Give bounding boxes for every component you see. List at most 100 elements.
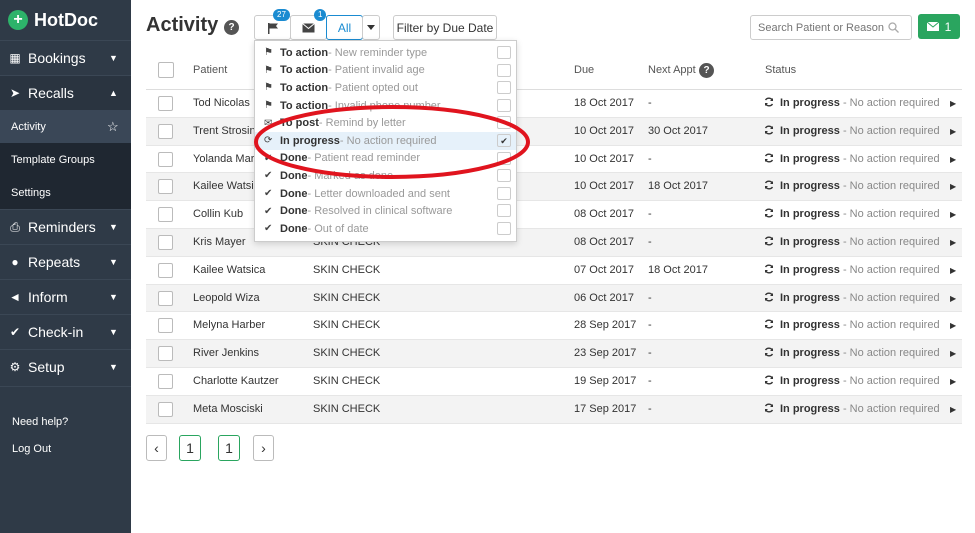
option-checkbox[interactable] (497, 116, 511, 130)
caret-right-icon[interactable]: ▶ (950, 155, 956, 164)
all-filter-button[interactable]: All (326, 15, 363, 40)
caret-right-icon[interactable]: ▶ (950, 182, 956, 191)
mail-filter-button[interactable]: 1 (290, 9, 327, 40)
row-checkbox[interactable] (158, 151, 173, 167)
brand[interactable]: + HotDoc (0, 0, 131, 40)
sidebar-item-setup[interactable]: ⚙ Setup ▼ (0, 349, 131, 384)
table-row[interactable]: Leopold Wiza SKIN CHECK 06 Oct 2017 - In pro… (146, 284, 962, 313)
row-checkbox[interactable] (158, 290, 173, 306)
table-row[interactable]: Meta Mosciski SKIN CHECK 17 Sep 2017- In pr… (146, 395, 962, 424)
row-checkbox[interactable] (158, 346, 173, 362)
sidebar-item-bookings[interactable]: ▦ Bookings ▼ (0, 40, 131, 75)
sidebar-item-reminders[interactable]: ⎙ Reminders ▼ (0, 209, 131, 244)
col-patient[interactable]: Patient (193, 64, 227, 76)
caret-right-icon[interactable]: ▶ (950, 349, 956, 358)
next-page-button[interactable]: › (253, 435, 274, 461)
caret-right-icon[interactable]: ▶ (950, 294, 956, 303)
caret-right-icon[interactable]: ▶ (950, 210, 956, 219)
option-checkbox[interactable] (497, 169, 511, 183)
patient-name[interactable]: Leopold Wiza (193, 292, 260, 304)
row-checkbox[interactable] (158, 96, 173, 111)
star-icon[interactable]: ☆ (107, 119, 131, 135)
option-checkbox[interactable] (497, 221, 511, 235)
status-filter-option[interactable]: ⚑ To action - Invalid phone number (255, 97, 516, 115)
row-checkbox[interactable] (158, 262, 173, 278)
patient-name[interactable]: Kailee Watsica (193, 264, 265, 276)
page-button[interactable]: 1 (218, 435, 240, 461)
flag-filter-button[interactable]: 27 (254, 9, 291, 40)
patient-name[interactable]: Tod Nicolas (193, 97, 250, 109)
option-checkbox[interactable] (497, 204, 511, 218)
patient-name[interactable]: Melyna Harber (193, 319, 265, 331)
row-checkbox[interactable] (158, 123, 173, 139)
option-checkbox[interactable] (497, 186, 511, 200)
table-row[interactable]: Charlotte Kautzer SKIN CHECK 19 Sep 2017- I… (146, 368, 962, 396)
option-checkbox[interactable] (497, 46, 511, 59)
option-checkbox[interactable] (497, 63, 511, 77)
filter-dropdown-toggle[interactable] (362, 15, 380, 40)
sidebar-subitem-template-groups[interactable]: Template Groups (0, 143, 131, 176)
prev-page-button[interactable]: ‹ (146, 435, 167, 461)
table-row[interactable]: Kailee Watsica SKIN CHECK 07 Oct 2017 18 Oc… (146, 257, 962, 285)
status-filter-option[interactable]: ✔ Done - Patient read reminder (255, 150, 516, 168)
option-checkbox[interactable] (497, 81, 511, 95)
option-checkbox[interactable] (497, 98, 511, 112)
sidebar-subitem-settings[interactable]: Settings (0, 176, 131, 209)
option-checkbox[interactable] (497, 151, 511, 165)
search-icon[interactable] (888, 22, 899, 33)
sidebar-item-check-in[interactable]: ✔ Check-in ▼ (0, 314, 131, 349)
status-filter-option[interactable]: ⟳ In progress - No action required ✔ (255, 131, 516, 150)
messages-button[interactable]: 1 (918, 14, 960, 39)
col-due[interactable]: Due (574, 64, 594, 76)
status-filter-option[interactable]: ✔ Done - Marked as done (255, 167, 516, 185)
caret-right-icon[interactable]: ▶ (950, 99, 956, 108)
option-checkbox[interactable]: ✔ (497, 133, 511, 147)
row-checkbox[interactable] (158, 374, 173, 389)
caret-right-icon[interactable]: ▶ (950, 266, 956, 275)
row-checkbox[interactable] (158, 207, 173, 223)
patient-name[interactable]: Kris Mayer (193, 236, 246, 248)
option-detail: - Patient opted out (328, 81, 418, 94)
table-row[interactable]: River Jenkins SKIN CHECK 23 Sep 2017- In pr… (146, 340, 962, 368)
patient-name[interactable]: Kailee Watsi (193, 180, 254, 192)
status-note: - No action required (839, 124, 940, 137)
patient-name[interactable]: Yolanda Mar (193, 153, 254, 165)
help-icon[interactable]: ? (699, 63, 714, 78)
row-checkbox[interactable] (158, 318, 173, 334)
caret-right-icon[interactable]: ▶ (950, 377, 956, 386)
filter-by-due-date-button[interactable]: Filter by Due Date (393, 15, 497, 40)
status-filter-option[interactable]: ⚑ To action - Patient opted out (255, 79, 516, 97)
patient-name[interactable]: Meta Mosciski (193, 403, 263, 415)
log-out-link[interactable]: Log Out (0, 436, 131, 463)
caret-right-icon[interactable]: ▶ (950, 238, 956, 247)
status-filter-option[interactable]: ✉ To post - Remind by letter (255, 114, 516, 132)
page-button[interactable]: 1 (179, 435, 201, 461)
status-filter-option[interactable]: ⚑ To action - New reminder type (255, 44, 516, 62)
status-filter-option[interactable]: ✔ Done - Letter downloaded and sent (255, 185, 516, 203)
patient-name[interactable]: Collin Kub (193, 208, 243, 220)
row-checkbox[interactable] (158, 179, 173, 195)
need-help-link[interactable]: Need help? (0, 409, 131, 436)
caret-right-icon[interactable]: ▶ (950, 405, 956, 414)
col-status[interactable]: Status (765, 64, 796, 76)
patient-name[interactable]: Charlotte Kautzer (193, 375, 279, 387)
sidebar-item-repeats[interactable]: ● Repeats ▼ (0, 244, 131, 279)
search-input[interactable] (758, 21, 888, 34)
sidebar-item-inform[interactable]: ◄ Inform ▼ (0, 279, 131, 314)
row-checkbox[interactable] (158, 235, 173, 250)
caret-right-icon[interactable]: ▶ (950, 321, 956, 330)
sidebar-subitem-activity[interactable]: Activity ☆ (0, 110, 131, 143)
option-status: To action (280, 81, 329, 94)
col-next-appt[interactable]: Next Appt (648, 64, 696, 76)
table-row[interactable]: Melyna Harber SKIN CHECK 28 Sep 2017- In pr… (146, 312, 962, 341)
sidebar-item-recalls[interactable]: ➤ Recalls ▲ (0, 75, 131, 110)
patient-name[interactable]: Trent Strosin (193, 125, 256, 137)
select-all-checkbox[interactable] (158, 62, 174, 78)
help-icon[interactable]: ? (224, 20, 239, 35)
status-filter-option[interactable]: ⚑ To action - Patient invalid age (255, 62, 516, 80)
status-filter-option[interactable]: ✔ Done - Resolved in clinical software (255, 202, 516, 220)
status-filter-option[interactable]: ✔ Done - Out of date (255, 220, 516, 238)
caret-right-icon[interactable]: ▶ (950, 127, 956, 136)
patient-name[interactable]: River Jenkins (193, 347, 259, 359)
row-checkbox[interactable] (158, 401, 173, 417)
